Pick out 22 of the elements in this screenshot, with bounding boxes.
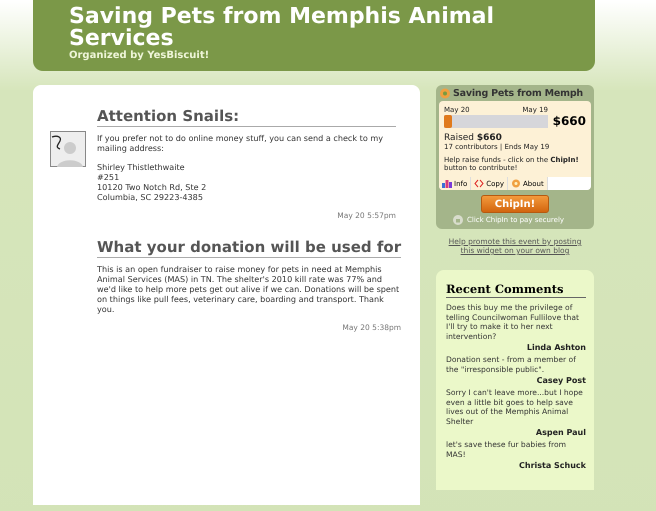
raised-amount: $660 <box>476 133 502 143</box>
flower-icon <box>511 179 522 188</box>
comments-title: Recent Comments <box>446 282 586 298</box>
goal-amount: $660 <box>552 114 586 128</box>
post-text: This is an open fundraiser to raise money for pets in need at Memphis Animal Services (MAS) in TN. The shelter's 2010 kill rate was 77% and we'd like to help more pets get out alive if we can. Donations will be spent on things like pull fees, veterinary care, boarding and transport. Thank you. <box>97 264 400 314</box>
bar-chart-icon <box>442 179 452 188</box>
comment-author: Christa Schuck <box>518 461 586 470</box>
code-icon <box>474 179 484 188</box>
post-text: If you prefer not to do online money stuff, you can send a check to my mailing address: <box>97 133 384 153</box>
organizer-text: Organized by YesBiscuit! <box>69 50 210 61</box>
lock-icon <box>453 215 463 225</box>
comment-author: Casey Post <box>536 376 586 385</box>
widget-title: Saving Pets from Memph <box>453 88 583 99</box>
page-title: Saving Pets from Memphis Animal Services <box>69 6 496 50</box>
raised-label: Raised <box>444 133 474 143</box>
post-title: What your donation will be used for <box>97 238 402 258</box>
post-title: Attention Snails: <box>97 107 396 127</box>
comment-author: Aspen Paul <box>534 428 586 437</box>
comment-author: Linda Ashton <box>526 343 586 352</box>
avatar-icon <box>50 131 86 167</box>
post-text: Shirley Thistlethwaite #251 10120 Two Notch Rd, Ste 2 Columbia, SC 29223-4385 <box>97 162 208 202</box>
flower-icon <box>439 88 451 99</box>
